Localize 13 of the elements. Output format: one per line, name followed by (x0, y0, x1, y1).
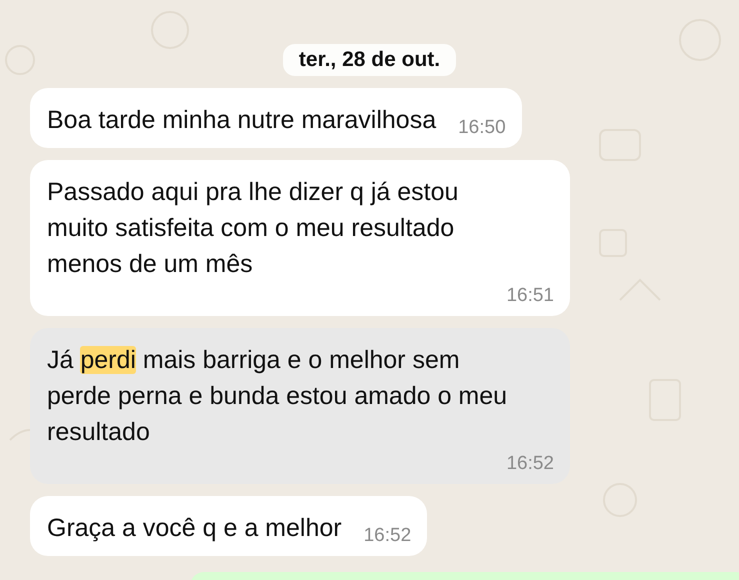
message-time: 16:52 (506, 452, 554, 476)
date-pill: ter., 28 de out. (282, 44, 456, 76)
message-bubble[interactable]: Graça a você q e a melhor 16:52 (30, 496, 428, 556)
message-text: Graça a você q e a melhor (47, 513, 342, 544)
message-time: 16:52 (364, 524, 412, 548)
message-text: Passado aqui pra lhe dizer q já estou muito satisfeita com o meu resultado menos de um mês (47, 177, 460, 280)
message-text: Já perdi mais barriga e o melhor sem perde perna e bunda estou amado o meu resultado (47, 345, 508, 448)
message-text: Boa tarde minha nutre maravilhosa (47, 105, 436, 136)
message-bubble[interactable]: Já perdi mais barriga e o melhor sem perde perna e bunda estou amado o meu resultado 16:52 (30, 328, 570, 484)
message-time: 16:51 (506, 284, 554, 308)
message-bubble[interactable]: Boa tarde minha nutre maravilhosa 16:50 (30, 88, 522, 148)
message-time: 16:50 (458, 116, 506, 140)
message-bubble[interactable]: Passado aqui pra lhe dizer q já estou muito satisfeita com o meu resultado menos de um mês 16:51 (30, 160, 570, 316)
